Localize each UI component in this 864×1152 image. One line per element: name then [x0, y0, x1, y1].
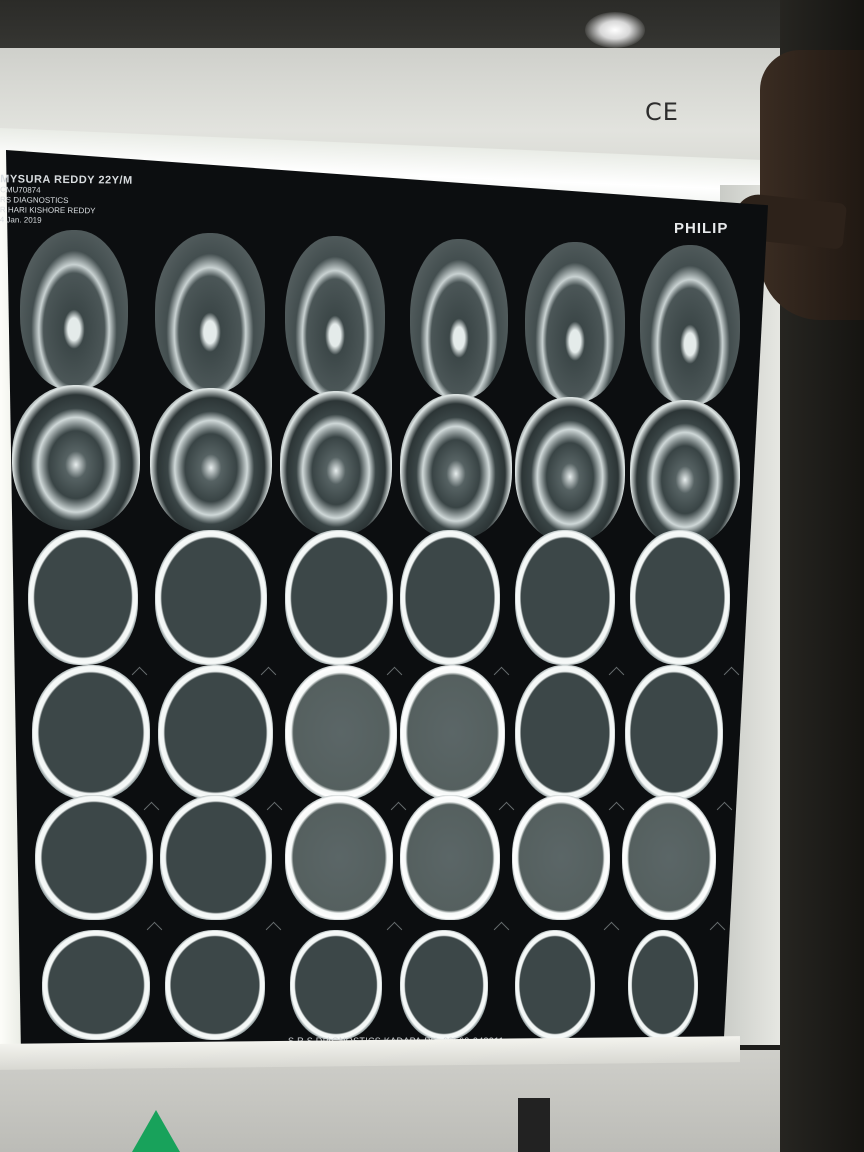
ct-slice — [410, 239, 508, 399]
ct-slice — [32, 665, 150, 800]
ct-slice — [400, 394, 512, 539]
hand — [760, 50, 864, 320]
ct-slice — [35, 795, 153, 920]
ct-slice — [285, 530, 393, 665]
ct-slice — [515, 930, 595, 1040]
ct-slice — [150, 388, 272, 533]
ct-slice — [400, 930, 488, 1040]
ct-slice — [285, 236, 385, 396]
ct-slice — [400, 665, 505, 800]
ct-slice — [625, 665, 723, 800]
ct-slice — [155, 530, 267, 665]
ct-slice — [290, 930, 382, 1040]
ct-slice — [400, 795, 500, 920]
ct-slice — [515, 397, 625, 542]
ct-slice — [155, 233, 265, 393]
ceiling-light-reflection — [585, 12, 645, 48]
ct-slice — [630, 400, 740, 545]
ct-slice — [158, 665, 273, 800]
ct-slice — [160, 795, 272, 920]
ct-slice — [12, 385, 140, 530]
ct-slice — [400, 530, 500, 665]
film-header: MYSURA REDDY 22Y/M CMU70874 RS DIAGNOSTI… — [0, 173, 133, 226]
ct-slice — [515, 530, 615, 665]
ct-slice — [628, 930, 698, 1040]
ct-slice — [640, 245, 740, 405]
ct-slice — [28, 530, 138, 665]
warning-triangle-icon — [132, 1110, 180, 1152]
scanner-brand: PHILIP — [674, 220, 729, 237]
ct-slice — [515, 665, 615, 800]
power-switch — [518, 1098, 550, 1152]
ct-slice — [525, 242, 625, 402]
ct-slice — [285, 795, 393, 920]
ct-slice — [622, 795, 716, 920]
ct-slice — [165, 930, 265, 1040]
ct-slice — [42, 930, 150, 1040]
ct-slice — [285, 665, 397, 800]
ce-mark: CE — [645, 98, 679, 126]
ct-slice — [630, 530, 730, 665]
ct-slice — [20, 230, 128, 390]
study-date: 4 Jan. 2019 — [0, 215, 42, 225]
ct-slice — [512, 795, 610, 920]
ct-slice — [280, 391, 392, 536]
